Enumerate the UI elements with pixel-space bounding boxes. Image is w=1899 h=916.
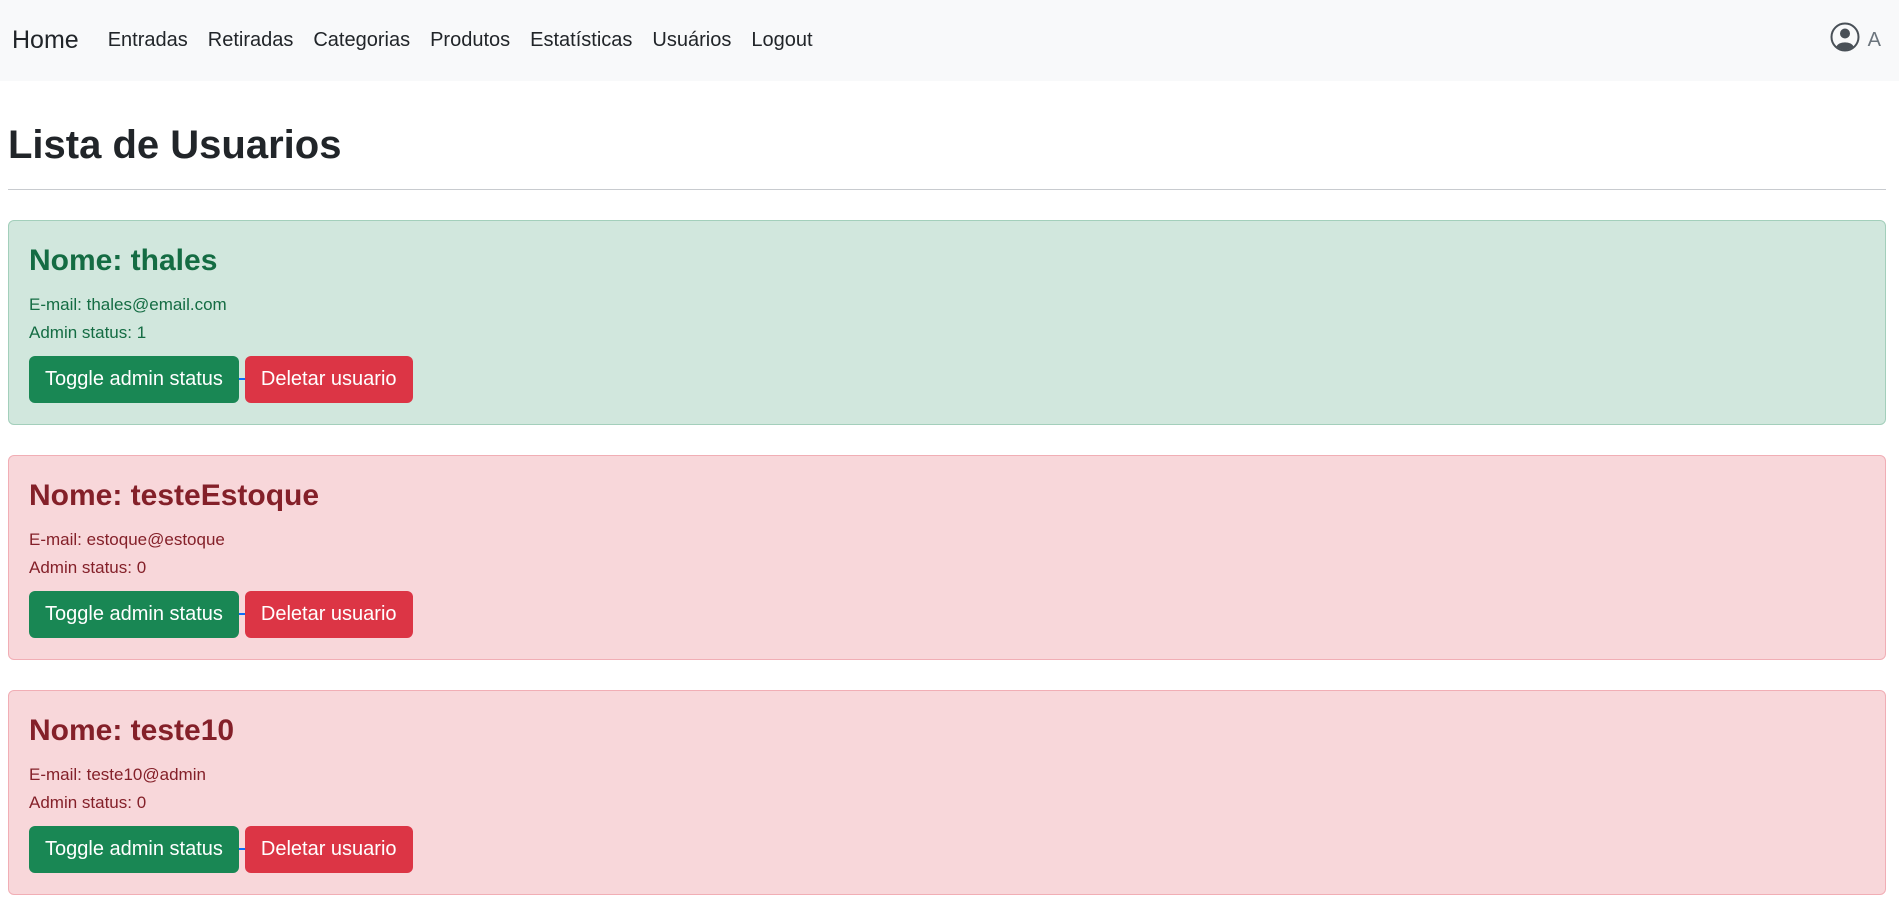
user-name: Nome: testeEstoque <box>29 479 320 512</box>
user-name: Nome: teste10 <box>29 714 235 747</box>
user-initial: A <box>1867 28 1881 51</box>
user-name: Nome: thales <box>29 244 218 277</box>
user-email: E-mail: estoque@estoque <box>29 530 225 549</box>
page-title: Lista de Usuarios <box>8 123 342 167</box>
nav-link-estatisticas[interactable]: Estatísticas <box>530 29 632 52</box>
user-menu[interactable]: A <box>1830 22 1881 58</box>
button-separator <box>238 613 245 616</box>
user-card: Nome: testeEstoque E-mail: estoque@estoq… <box>8 455 1886 660</box>
user-circle-icon <box>1830 22 1868 58</box>
nav-link-retiradas[interactable]: Retiradas <box>208 29 294 52</box>
user-admin-status: Admin status: 0 <box>29 793 147 813</box>
toggle-admin-button[interactable]: Toggle admin status <box>29 355 239 403</box>
button-separator <box>238 848 245 851</box>
toggle-admin-button[interactable]: Toggle admin status <box>29 590 239 638</box>
button-separator <box>238 378 245 381</box>
delete-user-button[interactable]: Deletar usuario <box>244 355 413 403</box>
user-admin-status: Admin status: 0 <box>29 558 147 578</box>
nav-link-entradas[interactable]: Entradas <box>108 29 188 52</box>
delete-user-button[interactable]: Deletar usuario <box>244 590 413 638</box>
nav-link-usuarios[interactable]: Usuários <box>652 29 731 52</box>
toggle-admin-button[interactable]: Toggle admin status <box>29 825 239 873</box>
nav-link-categorias[interactable]: Categorias <box>313 29 410 52</box>
user-email: E-mail: thales@email.com <box>29 295 227 314</box>
divider <box>8 189 1886 190</box>
user-admin-status: Admin status: 1 <box>29 323 147 343</box>
home-link[interactable]: Home <box>12 26 79 55</box>
navbar: Home Entradas Retiradas Categorias Produ… <box>0 0 1899 81</box>
user-card: Nome: thales E-mail: thales@email.com Ad… <box>8 220 1886 425</box>
user-card: Nome: teste10 E-mail: teste10@admin Admi… <box>8 690 1886 895</box>
nav-link-produtos[interactable]: Produtos <box>430 29 510 52</box>
nav-link-logout[interactable]: Logout <box>751 29 812 52</box>
user-email: E-mail: teste10@admin <box>29 765 206 784</box>
delete-user-button[interactable]: Deletar usuario <box>244 825 413 873</box>
